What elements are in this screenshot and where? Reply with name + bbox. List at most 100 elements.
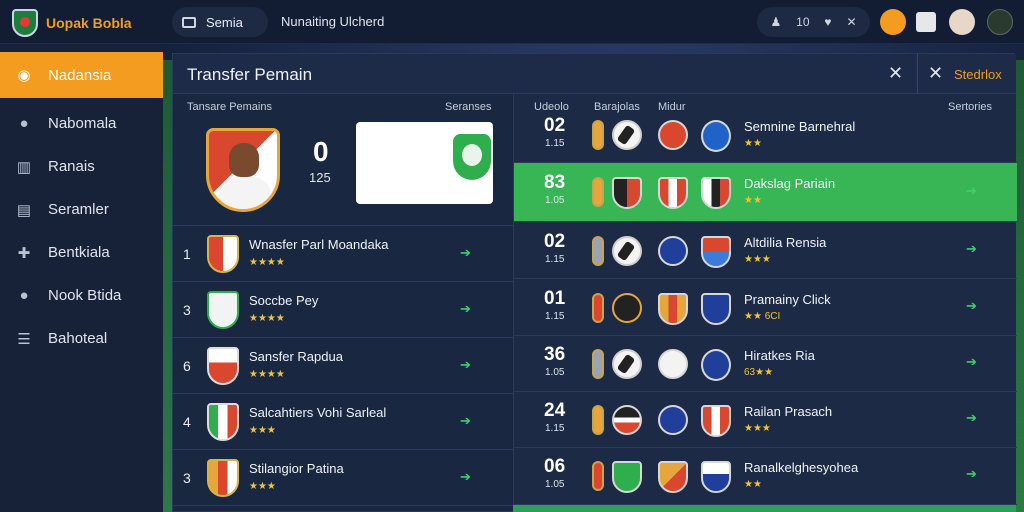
avatar[interactable] (949, 9, 975, 35)
transfer-arrow-icon[interactable]: ➔ (966, 466, 977, 482)
rating-stars: ★★ (744, 479, 762, 490)
table-row[interactable]: 06 1.05 Ranalkelghesyohea ★★ ➔ (514, 447, 1017, 505)
sidebar-item-seramler[interactable]: ▤ Seramler (0, 188, 163, 231)
transfer-arrow-icon[interactable]: ➔ (966, 298, 977, 314)
table-row[interactable]: 36 1.05 Hiratkes Ria 63★★ ➔ (514, 335, 1017, 392)
sidebar-item-nook-btida[interactable]: ● Nook Btida (0, 274, 163, 317)
sidebar-item-bentkiala[interactable]: ✚ Bentkiala (0, 231, 163, 274)
transfer-arrow-icon[interactable]: ➔ (966, 354, 977, 370)
transfer-arrow-icon[interactable]: ➔ (460, 301, 471, 317)
club-name: Semnine Barnehral (744, 119, 856, 134)
transfer-arrow-icon[interactable]: ➔ (460, 469, 471, 485)
club-crest-icon (207, 291, 239, 329)
transfer-arrow-icon[interactable]: ➔ (460, 357, 471, 373)
document-icon: ▤ (16, 201, 32, 219)
sidebar-item-label: Nabomala (48, 115, 117, 132)
club-logo-icon (701, 120, 731, 152)
transfer-arrow-icon[interactable]: ➔ (460, 245, 471, 261)
club-logo-icon (612, 120, 642, 150)
club-logo-icon (701, 405, 731, 437)
player-name: Salcahtiers Vohi Sarleal (249, 405, 387, 420)
club-logo-icon (658, 293, 688, 325)
club-logo-icon (658, 405, 688, 435)
table-row-selected[interactable]: 83 1.05 Dakslag Pariain ★★ ➔ (514, 163, 1017, 222)
close-icon[interactable]: ✕ (846, 15, 856, 29)
rating: 1.05 (545, 367, 565, 378)
rank: 6 (183, 358, 191, 374)
dismiss-icon[interactable]: ✕ (928, 63, 943, 84)
rating-stars: ★★★★ (249, 369, 285, 380)
sidebar: ◉ Nadansia ● Nabomala ▥ Ranais ▤ Seramle… (0, 44, 163, 512)
player-face (229, 143, 259, 177)
score: 01 (544, 288, 566, 309)
list-item[interactable]: 4 Salcahtiers Vohi Sarleal ★★★ ➔ (173, 394, 513, 450)
rating-stars: 63★★ (744, 367, 774, 378)
settings-avatar[interactable] (987, 9, 1013, 35)
player-name: Soccbe Pey (249, 293, 319, 308)
club-card[interactable] (356, 122, 493, 204)
list-item[interactable]: 1 Wnasfer Parl Moandaka ★★★★ ➔ (173, 226, 513, 282)
player-portrait (206, 128, 280, 212)
featured-player[interactable]: 0 125 (173, 122, 513, 226)
rating-stars: ★★★ (249, 425, 276, 436)
table-row[interactable]: 02 1.15 Altdilia Rensia ★★★ ➔ (514, 222, 1017, 279)
flag-icon[interactable] (880, 9, 906, 35)
club-logo-icon (612, 293, 642, 323)
player-name: Sansfer Rapdua (249, 349, 343, 364)
rating: 1.15 (545, 423, 565, 434)
sidebar-item-bahoteal[interactable]: ☰ Bahoteal (0, 317, 163, 360)
transfer-arrow-icon[interactable]: ➔ (460, 413, 471, 429)
list-item[interactable]: 3 Soccbe Pey ★★★★ ➔ (173, 282, 513, 338)
club-logo-icon (612, 405, 642, 435)
table-row[interactable]: 02 1.15 Semnine Barnehral ★★ (514, 106, 1017, 163)
rating: 1.15 (545, 138, 565, 149)
column-header: Tansare Pemains (187, 101, 272, 113)
sidebar-item-label: Seramler (48, 201, 109, 218)
column-header-right: Seranses (445, 101, 492, 113)
list-item[interactable]: 3 Stilangior Patina ★★★ ➔ (173, 450, 513, 506)
table-row[interactable]: 24 1.15 Railan Prasach ★★★ ➔ (514, 391, 1017, 448)
app-title: Uopak Bobla (46, 15, 132, 31)
rating: 1.05 (545, 195, 565, 206)
globe-icon (453, 134, 491, 180)
app-logo[interactable]: Uopak Bobla (12, 9, 132, 37)
rating-stars: ★★★ (744, 423, 771, 434)
grid-icon[interactable] (916, 12, 936, 32)
club-crest-icon (207, 403, 239, 441)
club-crest-icon (207, 347, 239, 385)
transfer-arrow-icon[interactable]: ➔ (966, 241, 977, 257)
club-name: Dakslag Pariain (744, 176, 836, 191)
rank: 4 (183, 414, 191, 430)
club-logo-icon (701, 177, 731, 209)
tv-tab-button[interactable]: Semia (172, 7, 268, 37)
sidebar-item-label: Nook Btida (48, 287, 122, 304)
page-title: Transfer Pemain (187, 65, 313, 84)
score: 36 (544, 344, 566, 365)
club-logo-icon (658, 461, 688, 493)
transfer-arrow-icon[interactable]: ➔ (966, 183, 977, 199)
heart-icon[interactable]: ♥ (824, 15, 831, 29)
sidebar-item-nadansia[interactable]: ◉ Nadansia (0, 52, 163, 98)
panel-action-link[interactable]: Stedrlox (954, 67, 1002, 82)
header-divider (917, 54, 918, 94)
person-icon: ● (19, 287, 29, 304)
club-list: Udeolo Barajolas Midur Sertories 02 1.15… (513, 94, 1017, 512)
club-logo-icon (612, 461, 642, 493)
person-icon[interactable]: ♟ (770, 15, 781, 29)
rating-stars: ★★★ (249, 481, 276, 492)
rating-stars: ★★★★ (249, 313, 285, 324)
transfer-arrow-icon[interactable]: ➔ (966, 410, 977, 426)
score: 02 (544, 231, 566, 252)
board-icon: ▥ (16, 158, 32, 176)
score: 24 (544, 400, 566, 421)
player-shirt (219, 177, 271, 209)
sidebar-item-ranais[interactable]: ▥ Ranais (0, 145, 163, 188)
badge-icon (592, 120, 604, 150)
list-item[interactable]: 6 Sansfer Rapdua ★★★★ ➔ (173, 338, 513, 394)
list-icon: ☰ (17, 330, 31, 348)
table-row[interactable]: 01 1.15 Pramainy Click ★★ 6CI ➔ (514, 279, 1017, 336)
close-icon[interactable]: ✕ (888, 63, 903, 84)
club-name: Pramainy Click (744, 292, 831, 307)
badge-icon (592, 461, 604, 491)
sidebar-item-nabomala[interactable]: ● Nabomala (0, 102, 163, 145)
